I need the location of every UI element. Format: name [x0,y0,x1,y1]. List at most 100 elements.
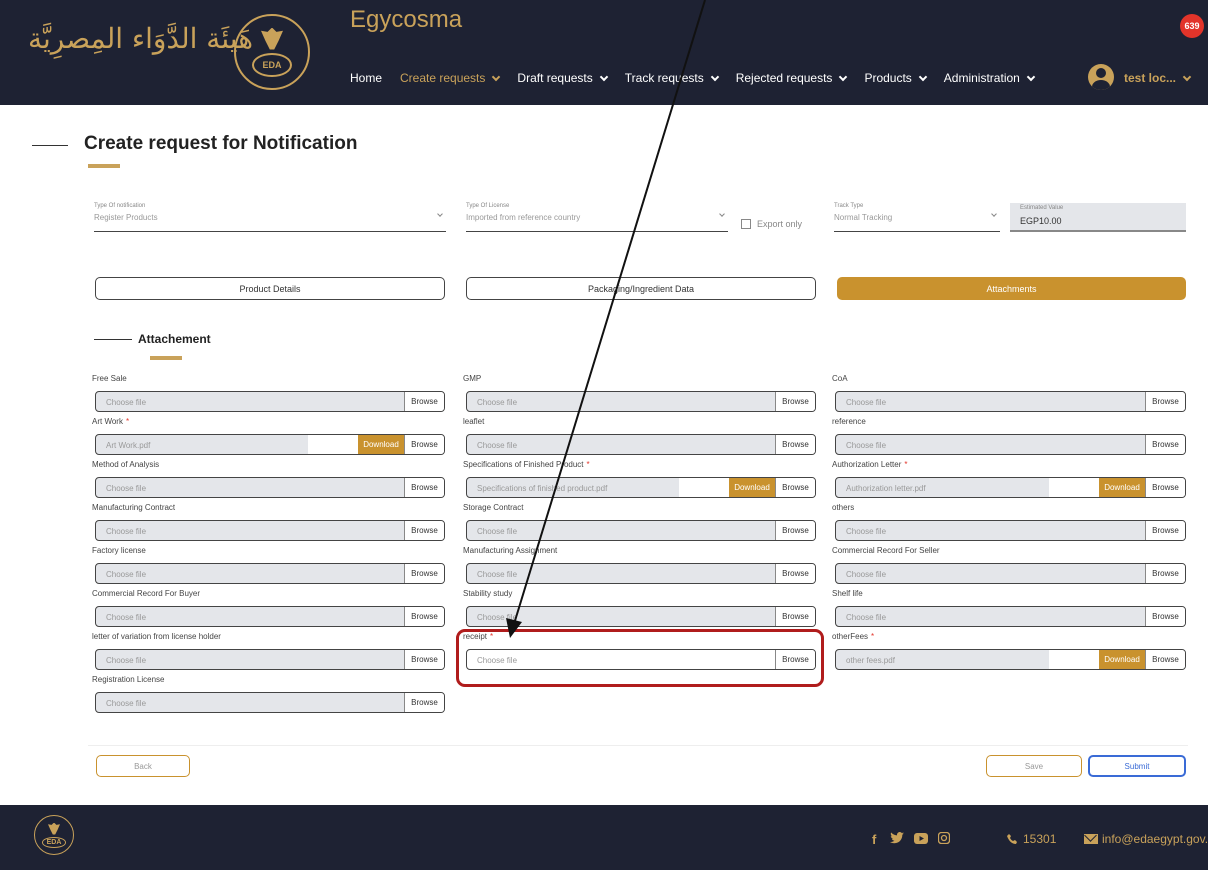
attachment-label-coa: CoA [832,374,848,383]
download-button[interactable]: Download [358,435,404,454]
browse-button[interactable]: Browse [1145,650,1185,669]
file-input-free-sale[interactable]: Choose file Browse [95,391,445,412]
browse-button[interactable]: Browse [404,607,444,626]
chevron-down-icon [991,211,997,217]
file-input-manufacturing-contract[interactable]: Choose file Browse [95,520,445,541]
type-of-license-select[interactable]: Type Of License Imported from reference … [466,203,728,232]
attachment-label-text: leaflet [463,417,485,426]
download-button[interactable]: Download [729,478,775,497]
nav-item-rejected-requests[interactable]: Rejected requests [736,71,848,85]
file-input-commercial-record-for-buyer[interactable]: Choose file Browse [95,606,445,627]
file-input-gmp[interactable]: Choose file Browse [466,391,816,412]
file-input-manufacturing-assignment[interactable]: Choose file Browse [466,563,816,584]
footer-phone[interactable]: 15301 [1006,832,1056,846]
notification-badge[interactable]: 639 [1180,14,1204,38]
required-asterisk: * [586,460,590,469]
browse-button[interactable]: Browse [1145,564,1185,583]
browse-button[interactable]: Browse [775,607,815,626]
file-input-coa[interactable]: Choose file Browse [835,391,1186,412]
nav-item-home[interactable]: Home [350,71,382,85]
browse-button[interactable]: Browse [775,564,815,583]
browse-button[interactable]: Browse [1145,521,1185,540]
file-input-commercial-record-for-seller[interactable]: Choose file Browse [835,563,1186,584]
submit-button[interactable]: Submit [1088,755,1186,777]
file-input-value: Specifications of finished product.pdf [477,484,608,493]
file-input-value: Choose file [846,398,887,407]
file-input-others[interactable]: Choose file Browse [835,520,1186,541]
browse-button[interactable]: Browse [404,650,444,669]
back-button[interactable]: Back [96,755,190,777]
browse-button[interactable]: Browse [404,564,444,583]
file-input-gap [1049,478,1099,497]
file-input-value: Choose file [106,527,147,536]
nav-item-products[interactable]: Products [864,71,928,85]
track-type-select[interactable]: Track Type Normal Tracking [834,203,1000,232]
file-input-art-work[interactable]: Art Work.pdf Download Browse [95,434,445,455]
field-value: Imported from reference country [466,213,581,222]
title-accent-bar [88,164,120,168]
download-button[interactable]: Download [1099,650,1145,669]
page-title: Create request for Notification [84,133,358,154]
attachment-label-otherfees: otherFees * [832,632,874,641]
browse-button[interactable]: Browse [1145,392,1185,411]
export-only-checkbox[interactable]: Export only [741,219,802,229]
facebook-icon[interactable]: f [872,832,876,847]
file-input-authorization-letter[interactable]: Authorization letter.pdf Download Browse [835,477,1186,498]
file-input-factory-license[interactable]: Choose file Browse [95,563,445,584]
file-input-method-of-analysis[interactable]: Choose file Browse [95,477,445,498]
file-input-stability-study[interactable]: Choose file Browse [466,606,816,627]
browse-button[interactable]: Browse [775,478,815,497]
browse-button[interactable]: Browse [404,435,444,454]
file-input-otherfees[interactable]: other fees.pdf Download Browse [835,649,1186,670]
nav-item-draft-requests[interactable]: Draft requests [517,71,609,85]
attachment-label-text: Specifications of Finished Product [463,460,584,469]
nav-item-create-requests[interactable]: Create requests [400,71,501,85]
youtube-icon[interactable] [914,832,928,847]
attachment-label-text: reference [832,417,866,426]
tab-product-details[interactable]: Product Details [95,277,445,300]
type-of-notification-select[interactable]: Type Of notification Register Products [94,203,446,232]
file-input-leaflet[interactable]: Choose file Browse [466,434,816,455]
browse-button[interactable]: Browse [1145,435,1185,454]
browse-button[interactable]: Browse [1145,607,1185,626]
footer: EDA f 15301 info@edaegypt.gov.eg [0,805,1208,870]
save-button[interactable]: Save [986,755,1082,777]
browse-button[interactable]: Browse [404,693,444,712]
file-input-registration-license[interactable]: Choose file Browse [95,692,445,713]
actions-divider [88,745,1188,746]
attachment-label-text: Storage Contract [463,503,524,512]
twitter-icon[interactable] [890,832,904,847]
browse-button[interactable]: Browse [1145,478,1185,497]
eda-emblem-logo: EDA [234,14,310,90]
browse-button[interactable]: Browse [404,392,444,411]
footer-logo: EDA [34,815,74,855]
file-input-reference[interactable]: Choose file Browse [835,434,1186,455]
attachment-label-text: otherFees [832,632,869,641]
nav-item-track-requests[interactable]: Track requests [625,71,719,85]
tab-attachments[interactable]: Attachments [837,277,1186,300]
nav-item-administration[interactable]: Administration [944,71,1036,85]
browse-button[interactable]: Browse [775,392,815,411]
file-input-value: Choose file [846,441,887,450]
footer-email[interactable]: info@edaegypt.gov.eg [1084,832,1208,846]
file-input-value: Art Work.pdf [106,441,151,450]
file-input-storage-contract[interactable]: Choose file Browse [466,520,816,541]
instagram-icon[interactable] [937,831,951,847]
eagle-icon [48,822,60,835]
browse-button[interactable]: Browse [404,521,444,540]
browse-button[interactable]: Browse [775,435,815,454]
user-avatar-icon[interactable] [1088,64,1114,90]
user-name: test loc... [1124,71,1177,85]
browse-button[interactable]: Browse [775,521,815,540]
tab-packaging-ingredient-data[interactable]: Packaging/Ingredient Data [466,277,816,300]
attachment-label-art-work: Art Work * [92,417,129,426]
file-input-value: Choose file [477,398,518,407]
file-input-letter-of-variation-from-license-holder[interactable]: Choose file Browse [95,649,445,670]
file-input-specifications-of-finished-product[interactable]: Specifications of finished product.pdf Do… [466,477,816,498]
file-input-shelf-life[interactable]: Choose file Browse [835,606,1186,627]
user-menu[interactable]: test loc... [1124,71,1192,85]
top-header: هَيئَة الدَّوَاء المِصرِيَّة EDA Egycosm… [0,0,1208,105]
browse-button[interactable]: Browse [404,478,444,497]
download-button[interactable]: Download [1099,478,1145,497]
checkbox-box[interactable] [741,219,751,229]
